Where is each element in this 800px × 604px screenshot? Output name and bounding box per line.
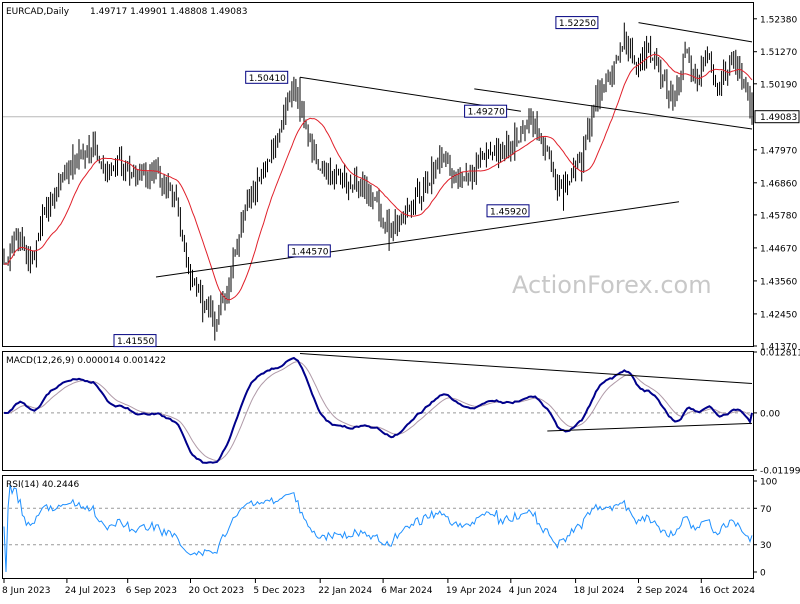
macd-main-line bbox=[3, 356, 753, 464]
rsi-tick-label-2: 30 bbox=[760, 541, 772, 551]
time-tick-label-3: 20 Oct 2023 bbox=[189, 586, 245, 596]
symbol-label: EURCAD,Daily bbox=[6, 7, 70, 17]
eurcad-daily-chart[interactable]: ActionForex.com 1.52250 1.50410 1.49270 1.4… bbox=[0, 0, 800, 600]
macd-panel-frame bbox=[2, 351, 754, 471]
watermark: ActionForex.com bbox=[512, 271, 712, 299]
trendlines bbox=[155, 22, 753, 278]
time-tick-label-4: 5 Dec 2023 bbox=[253, 586, 305, 596]
annotation-label-3: 1.45920 bbox=[490, 207, 527, 217]
time-tick-label-0: 8 Jun 2023 bbox=[2, 586, 50, 596]
time-tick-label-5: 22 Jan 2024 bbox=[318, 586, 372, 596]
time-tick-label-1: 24 Jul 2023 bbox=[65, 586, 116, 596]
macd-plot bbox=[3, 353, 753, 464]
time-tick-label-6: 6 Mar 2024 bbox=[381, 586, 433, 596]
annotation-label-0: 1.52250 bbox=[559, 19, 596, 29]
trendline-1 bbox=[155, 201, 680, 278]
time-tick-label-7: 19 Apr 2024 bbox=[446, 586, 502, 596]
trendline-3 bbox=[474, 88, 753, 130]
time-tick-label-9: 18 Jul 2024 bbox=[574, 586, 625, 596]
trendline-2 bbox=[638, 22, 753, 43]
rsi-label: RSI(14) 40.2446 bbox=[6, 480, 79, 490]
price-tick-label-0: 1.52380 bbox=[760, 15, 797, 25]
rsi-tick-label-0: 100 bbox=[760, 478, 777, 488]
annotation-label-5: 1.41550 bbox=[117, 337, 154, 347]
annotation-label-2: 1.49270 bbox=[468, 108, 505, 118]
price-axis: 1.52380 1.51270 1.50190 1.49083 1.47970 1.468… bbox=[753, 15, 800, 353]
rsi-plot bbox=[3, 484, 753, 573]
price-tick-label-6: 1.45780 bbox=[760, 211, 797, 221]
time-axis: 8 Jun 2023 24 Jul 2023 6 Sep 2023 20 Oct 20… bbox=[2, 579, 755, 596]
time-tick-label-8: 4 Jun 2024 bbox=[509, 586, 558, 596]
annotation-label-4: 1.44570 bbox=[291, 247, 328, 257]
ohlc-quote: 1.49717 1.49901 1.48808 1.49083 bbox=[90, 7, 247, 17]
macd-axis: 0.012811 0.00 -0.011993 bbox=[753, 349, 800, 477]
price-tick-label-7: 1.44670 bbox=[760, 244, 797, 254]
price-tick-label-8: 1.43560 bbox=[760, 277, 797, 287]
price-tick-label-5: 1.46860 bbox=[760, 179, 797, 189]
price-tick-label-1: 1.51270 bbox=[760, 48, 797, 58]
macd-trendline-upper bbox=[299, 353, 753, 384]
macd-trendline-lower bbox=[547, 422, 753, 432]
chart-svg[interactable]: ActionForex.com 1.52250 1.50410 1.49270 1.4… bbox=[0, 0, 800, 600]
macd-tick-label-0: 0.012811 bbox=[760, 349, 800, 359]
price-tick-label-9: 1.42450 bbox=[760, 310, 797, 320]
time-tick-label-10: 2 Sep 2024 bbox=[637, 586, 689, 596]
rsi-tick-label-3: 0 bbox=[760, 569, 766, 579]
macd-tick-label-2: -0.011993 bbox=[760, 467, 800, 477]
time-tick-label-2: 6 Sep 2023 bbox=[126, 586, 177, 596]
rsi-line bbox=[3, 484, 753, 573]
rsi-panel-frame bbox=[2, 475, 754, 579]
current-price-label: 1.49083 bbox=[760, 113, 797, 123]
macd-tick-label-1: 0.00 bbox=[760, 409, 780, 419]
annotation-label-1: 1.50410 bbox=[249, 74, 286, 84]
rsi-axis: 100 70 30 0 bbox=[753, 478, 777, 579]
price-tick-label-2: 1.50190 bbox=[760, 80, 797, 90]
time-tick-label-11: 16 Oct 2024 bbox=[699, 586, 755, 596]
rsi-tick-label-1: 70 bbox=[760, 505, 772, 515]
moving-average-line bbox=[3, 53, 753, 301]
macd-label: MACD(12,26,9) 0.000014 0.001422 bbox=[6, 356, 166, 366]
price-tick-label-4: 1.47970 bbox=[760, 146, 797, 156]
